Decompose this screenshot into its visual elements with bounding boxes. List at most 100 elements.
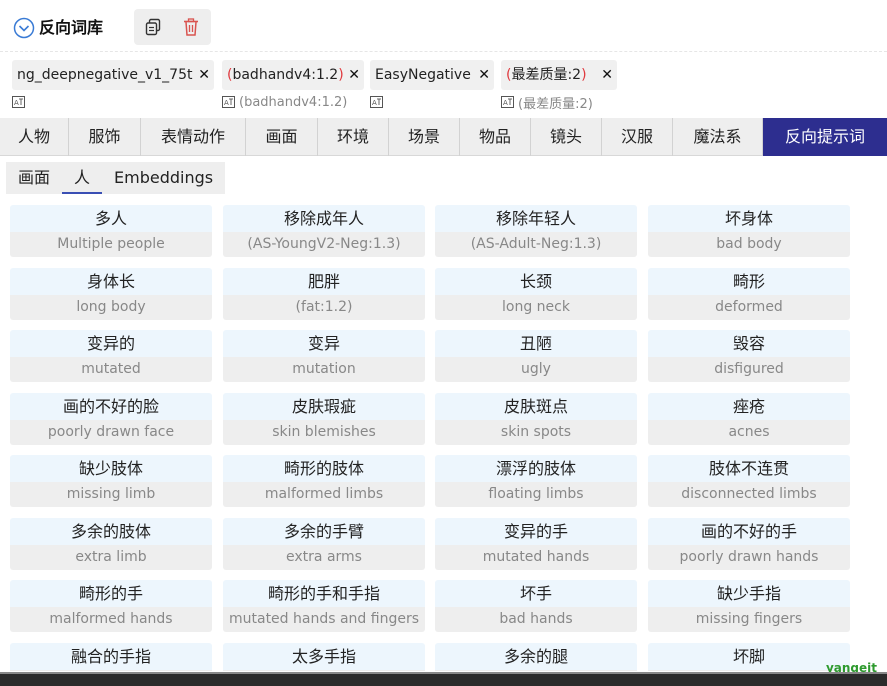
prompt-card-chinese: 痤疮 (648, 393, 850, 420)
tab-category-active[interactable]: 反向提示词 (763, 118, 887, 156)
prompt-card[interactable]: 坏脚 (648, 643, 850, 671)
prompt-card-english: skin blemishes (223, 420, 425, 445)
tab-category[interactable]: 画面 (246, 118, 318, 156)
prompt-card[interactable]: 身体长 long body (10, 268, 212, 320)
tag-chip[interactable]: EasyNegative ✕ (370, 60, 494, 90)
prompt-card[interactable]: 畸形的手和手指 mutated hands and fingers (223, 580, 425, 632)
tab-category[interactable]: 服饰 (69, 118, 141, 156)
prompt-card[interactable]: 缺少手指 missing fingers (648, 580, 850, 632)
prompt-card[interactable]: 畸形的肢体 malformed limbs (223, 455, 425, 507)
translate-icon[interactable]: A (501, 96, 514, 108)
prompt-card[interactable]: 融合的手指 (10, 643, 212, 671)
tab-category[interactable]: 镜头 (531, 118, 602, 156)
prompt-card[interactable]: 多人 Multiple people (10, 205, 212, 257)
prompt-card-english: malformed hands (10, 607, 212, 632)
tag-chip[interactable]: ng_deepnegative_v1_75t ✕ (12, 60, 214, 90)
prompt-card-english: (fat:1.2) (223, 295, 425, 320)
subtab-item[interactable]: 画面 (6, 162, 62, 194)
remove-tag-icon[interactable]: ✕ (478, 60, 490, 90)
prompt-card[interactable]: 皮肤瑕疵 skin blemishes (223, 393, 425, 445)
translate-icon[interactable]: A (370, 96, 383, 108)
tag-translation: A (370, 92, 494, 112)
prompt-card-english (223, 670, 425, 671)
prompt-card[interactable]: 变异 mutation (223, 330, 425, 382)
prompt-card[interactable]: 多余的肢体 extra limb (10, 518, 212, 570)
prompt-card[interactable]: 肥胖 (fat:1.2) (223, 268, 425, 320)
prompt-card[interactable]: 毁容 disfigured (648, 330, 850, 382)
prompt-card-english: extra limb (10, 545, 212, 570)
tag-item: ng_deepnegative_v1_75t ✕ A (12, 60, 214, 112)
prompt-card[interactable]: 皮肤斑点 skin spots (435, 393, 637, 445)
prompt-card-chinese: 肥胖 (223, 268, 425, 295)
prompt-card-chinese: 多人 (10, 205, 212, 232)
prompt-card-chinese: 多余的腿 (435, 643, 637, 670)
prompt-card[interactable]: 移除年轻人 (AS-Adult-Neg:1.3) (435, 205, 637, 257)
prompt-card[interactable]: 坏身体 bad body (648, 205, 850, 257)
prompt-card-chinese: 坏脚 (648, 643, 850, 670)
prompt-card-english: long neck (435, 295, 637, 320)
translate-icon[interactable]: A (222, 96, 235, 108)
tag-translation-text: (最差质量:2) (518, 96, 593, 112)
delete-icon[interactable] (181, 17, 201, 37)
prompt-card[interactable]: 太多手指 (223, 643, 425, 671)
collapse-chevron-icon[interactable] (13, 17, 35, 39)
tag-chip[interactable]: (badhandv4:1.2) ✕ (222, 60, 364, 90)
prompt-card[interactable]: 肢体不连贯 disconnected limbs (648, 455, 850, 507)
prompt-card[interactable]: 变异的 mutated (10, 330, 212, 382)
prompt-card-chinese: 丑陋 (435, 330, 637, 357)
prompt-card[interactable]: 畸形 deformed (648, 268, 850, 320)
tab-category[interactable]: 表情动作 (141, 118, 246, 156)
prompt-card-english: long body (10, 295, 212, 320)
prompt-card[interactable]: 多余的手臂 extra arms (223, 518, 425, 570)
prompt-card-chinese: 变异的 (10, 330, 212, 357)
prompt-card-english: floating limbs (435, 482, 637, 507)
prompt-card-english: disconnected limbs (648, 482, 850, 507)
tab-category[interactable]: 魔法系 (673, 118, 763, 156)
prompt-card-english: deformed (648, 295, 850, 320)
prompt-card-chinese: 移除成年人 (223, 205, 425, 232)
remove-tag-icon[interactable]: ✕ (601, 60, 613, 90)
copy-icon[interactable] (143, 17, 163, 37)
prompt-card-english (435, 670, 637, 671)
prompt-card-chinese: 肢体不连贯 (648, 455, 850, 482)
prompt-grid: 多人 Multiple people 移除成年人 (AS-YoungV2-Neg:1.… (10, 205, 870, 671)
prompt-card[interactable]: 变异的手 mutated hands (435, 518, 637, 570)
tag-translation-text: (badhandv4:1.2) (239, 94, 348, 110)
prompt-card-english: mutated (10, 357, 212, 382)
section-header: 反向词库 (0, 0, 887, 52)
subtab-item-active[interactable]: 人 (62, 162, 103, 194)
prompt-card[interactable]: 移除成年人 (AS-YoungV2-Neg:1.3) (223, 205, 425, 257)
prompt-card-english: (AS-YoungV2-Neg:1.3) (223, 232, 425, 257)
prompt-card[interactable]: 漂浮的肢体 floating limbs (435, 455, 637, 507)
prompt-card[interactable]: 缺少肢体 missing limb (10, 455, 212, 507)
prompt-card-chinese: 皮肤瑕疵 (223, 393, 425, 420)
tag-text: ng_deepnegative_v1_75t (17, 67, 193, 83)
prompt-card-chinese: 畸形 (648, 268, 850, 295)
translate-icon[interactable]: A (12, 96, 25, 108)
section-title: 反向词库 (39, 18, 104, 37)
tab-category[interactable]: 汉服 (602, 118, 673, 156)
prompt-card[interactable]: 痤疮 acnes (648, 393, 850, 445)
tag-chip[interactable]: (最差质量:2) ✕ (501, 60, 617, 90)
prompt-card[interactable]: 坏手 bad hands (435, 580, 637, 632)
prompt-card[interactable]: 长颈 long neck (435, 268, 637, 320)
tab-category[interactable]: 物品 (460, 118, 531, 156)
prompt-card-english (10, 670, 212, 671)
tab-category[interactable]: 环境 (318, 118, 389, 156)
prompt-card-chinese: 坏手 (435, 580, 637, 607)
prompt-card-chinese: 畸形的手和手指 (223, 580, 425, 607)
remove-tag-icon[interactable]: ✕ (198, 60, 210, 90)
prompt-card[interactable]: 丑陋 ugly (435, 330, 637, 382)
prompt-card-chinese: 身体长 (10, 268, 212, 295)
prompt-card[interactable]: 画的不好的脸 poorly drawn face (10, 393, 212, 445)
tab-category[interactable]: 场景 (389, 118, 460, 156)
prompt-card[interactable]: 画的不好的手 poorly drawn hands (648, 518, 850, 570)
prompt-card-chinese: 画的不好的脸 (10, 393, 212, 420)
tab-category[interactable]: 人物 (0, 118, 69, 156)
prompt-card[interactable]: 多余的腿 (435, 643, 637, 671)
remove-tag-icon[interactable]: ✕ (348, 60, 360, 90)
prompt-card[interactable]: 畸形的手 malformed hands (10, 580, 212, 632)
selected-tags: ng_deepnegative_v1_75t ✕ A (badhandv4:1.… (0, 52, 887, 118)
subtab-item[interactable]: Embeddings (102, 162, 225, 194)
svg-text:A: A (503, 99, 508, 107)
